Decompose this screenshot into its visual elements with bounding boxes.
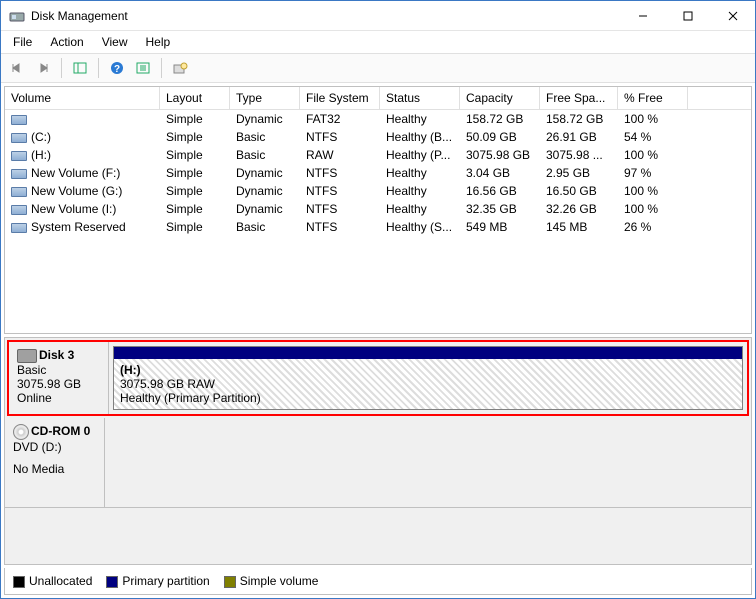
legend-primary: Primary partition	[106, 574, 209, 588]
swatch-unallocated	[13, 576, 25, 588]
properties-button[interactable]	[168, 56, 192, 80]
volume-list-pane[interactable]: Volume Layout Type File System Status Ca…	[4, 86, 752, 334]
volume-list-body[interactable]: SimpleDynamicFAT32Healthy158.72 GB158.72…	[5, 110, 751, 333]
volume-row[interactable]: New Volume (I:)SimpleDynamicNTFSHealthy3…	[5, 200, 751, 218]
cdrom-state: No Media	[13, 462, 96, 476]
volume-icon	[11, 169, 27, 179]
cdrom-type: DVD (D:)	[13, 440, 96, 454]
menu-file[interactable]: File	[5, 33, 40, 51]
volume-list-header: Volume Layout Type File System Status Ca…	[5, 87, 751, 110]
legend-simple: Simple volume	[224, 574, 319, 588]
menu-action[interactable]: Action	[42, 33, 91, 51]
col-freespace[interactable]: Free Spa...	[540, 87, 618, 109]
cd-icon	[13, 424, 29, 440]
back-button[interactable]	[5, 56, 29, 80]
col-capacity[interactable]: Capacity	[460, 87, 540, 109]
col-filesystem[interactable]: File System	[300, 87, 380, 109]
partition-header-bar	[114, 347, 742, 359]
volume-row[interactable]: New Volume (G:)SimpleDynamicNTFSHealthy1…	[5, 182, 751, 200]
partition-body: (H:) 3075.98 GB RAW Healthy (Primary Par…	[114, 359, 742, 409]
content-area: Volume Layout Type File System Status Ca…	[1, 83, 755, 598]
swatch-simple	[224, 576, 236, 588]
toolbar-separator	[161, 58, 162, 78]
maximize-button[interactable]	[665, 1, 710, 30]
titlebar[interactable]: Disk Management	[1, 1, 755, 31]
menu-bar: File Action View Help	[1, 31, 755, 53]
legend-unallocated: Unallocated	[13, 574, 92, 588]
volume-row[interactable]: New Volume (F:)SimpleDynamicNTFSHealthy3…	[5, 164, 751, 182]
partition-h[interactable]: (H:) 3075.98 GB RAW Healthy (Primary Par…	[113, 346, 743, 410]
toolbar: ?	[1, 53, 755, 83]
disk-3-label: Disk 3 Basic 3075.98 GB Online	[9, 342, 109, 414]
volume-row[interactable]: (H:)SimpleBasicRAWHealthy (P...3075.98 G…	[5, 146, 751, 164]
disk-3-row[interactable]: Disk 3 Basic 3075.98 GB Online (H:) 3075…	[7, 340, 749, 416]
forward-button[interactable]	[31, 56, 55, 80]
disk-map-pane[interactable]: Disk 3 Basic 3075.98 GB Online (H:) 3075…	[4, 337, 752, 565]
partition-name: (H:)	[120, 363, 736, 377]
swatch-primary	[106, 576, 118, 588]
col-pctfree[interactable]: % Free	[618, 87, 688, 109]
menu-help[interactable]: Help	[138, 33, 179, 51]
volume-row[interactable]: (C:)SimpleBasicNTFSHealthy (B...50.09 GB…	[5, 128, 751, 146]
volume-icon	[11, 205, 27, 215]
cdrom-label: CD-ROM 0 DVD (D:) No Media	[5, 418, 105, 507]
partition-info: 3075.98 GB RAW	[120, 377, 736, 391]
disk-icon	[17, 349, 37, 363]
volume-icon	[11, 151, 27, 161]
disk-name: Disk 3	[39, 348, 74, 362]
disk-type: Basic	[17, 363, 100, 377]
col-type[interactable]: Type	[230, 87, 300, 109]
show-hide-button[interactable]	[68, 56, 92, 80]
disk-size: 3075.98 GB	[17, 377, 100, 391]
cdrom-row[interactable]: CD-ROM 0 DVD (D:) No Media	[5, 418, 751, 508]
cdrom-name: CD-ROM 0	[31, 424, 90, 438]
disk-management-window: Disk Management File Action View Help ? …	[0, 0, 756, 599]
app-icon	[9, 8, 25, 24]
window-title: Disk Management	[31, 9, 620, 23]
disk-3-partitions: (H:) 3075.98 GB RAW Healthy (Primary Par…	[109, 342, 747, 414]
disk-state: Online	[17, 391, 100, 405]
svg-text:?: ?	[114, 64, 120, 75]
volume-row[interactable]: System ReservedSimpleBasicNTFSHealthy (S…	[5, 218, 751, 236]
toolbar-separator	[98, 58, 99, 78]
volume-row[interactable]: SimpleDynamicFAT32Healthy158.72 GB158.72…	[5, 110, 751, 128]
toolbar-separator	[61, 58, 62, 78]
volume-icon	[11, 115, 27, 125]
help-button[interactable]: ?	[105, 56, 129, 80]
partition-status: Healthy (Primary Partition)	[120, 391, 736, 405]
close-button[interactable]	[710, 1, 755, 30]
volume-icon	[11, 187, 27, 197]
minimize-button[interactable]	[620, 1, 665, 30]
legend: Unallocated Primary partition Simple vol…	[4, 568, 752, 595]
volume-icon	[11, 133, 27, 143]
col-status[interactable]: Status	[380, 87, 460, 109]
volume-icon	[11, 223, 27, 233]
menu-view[interactable]: View	[94, 33, 136, 51]
cdrom-partitions	[105, 418, 751, 507]
col-layout[interactable]: Layout	[160, 87, 230, 109]
col-volume[interactable]: Volume	[5, 87, 160, 109]
refresh-button[interactable]	[131, 56, 155, 80]
